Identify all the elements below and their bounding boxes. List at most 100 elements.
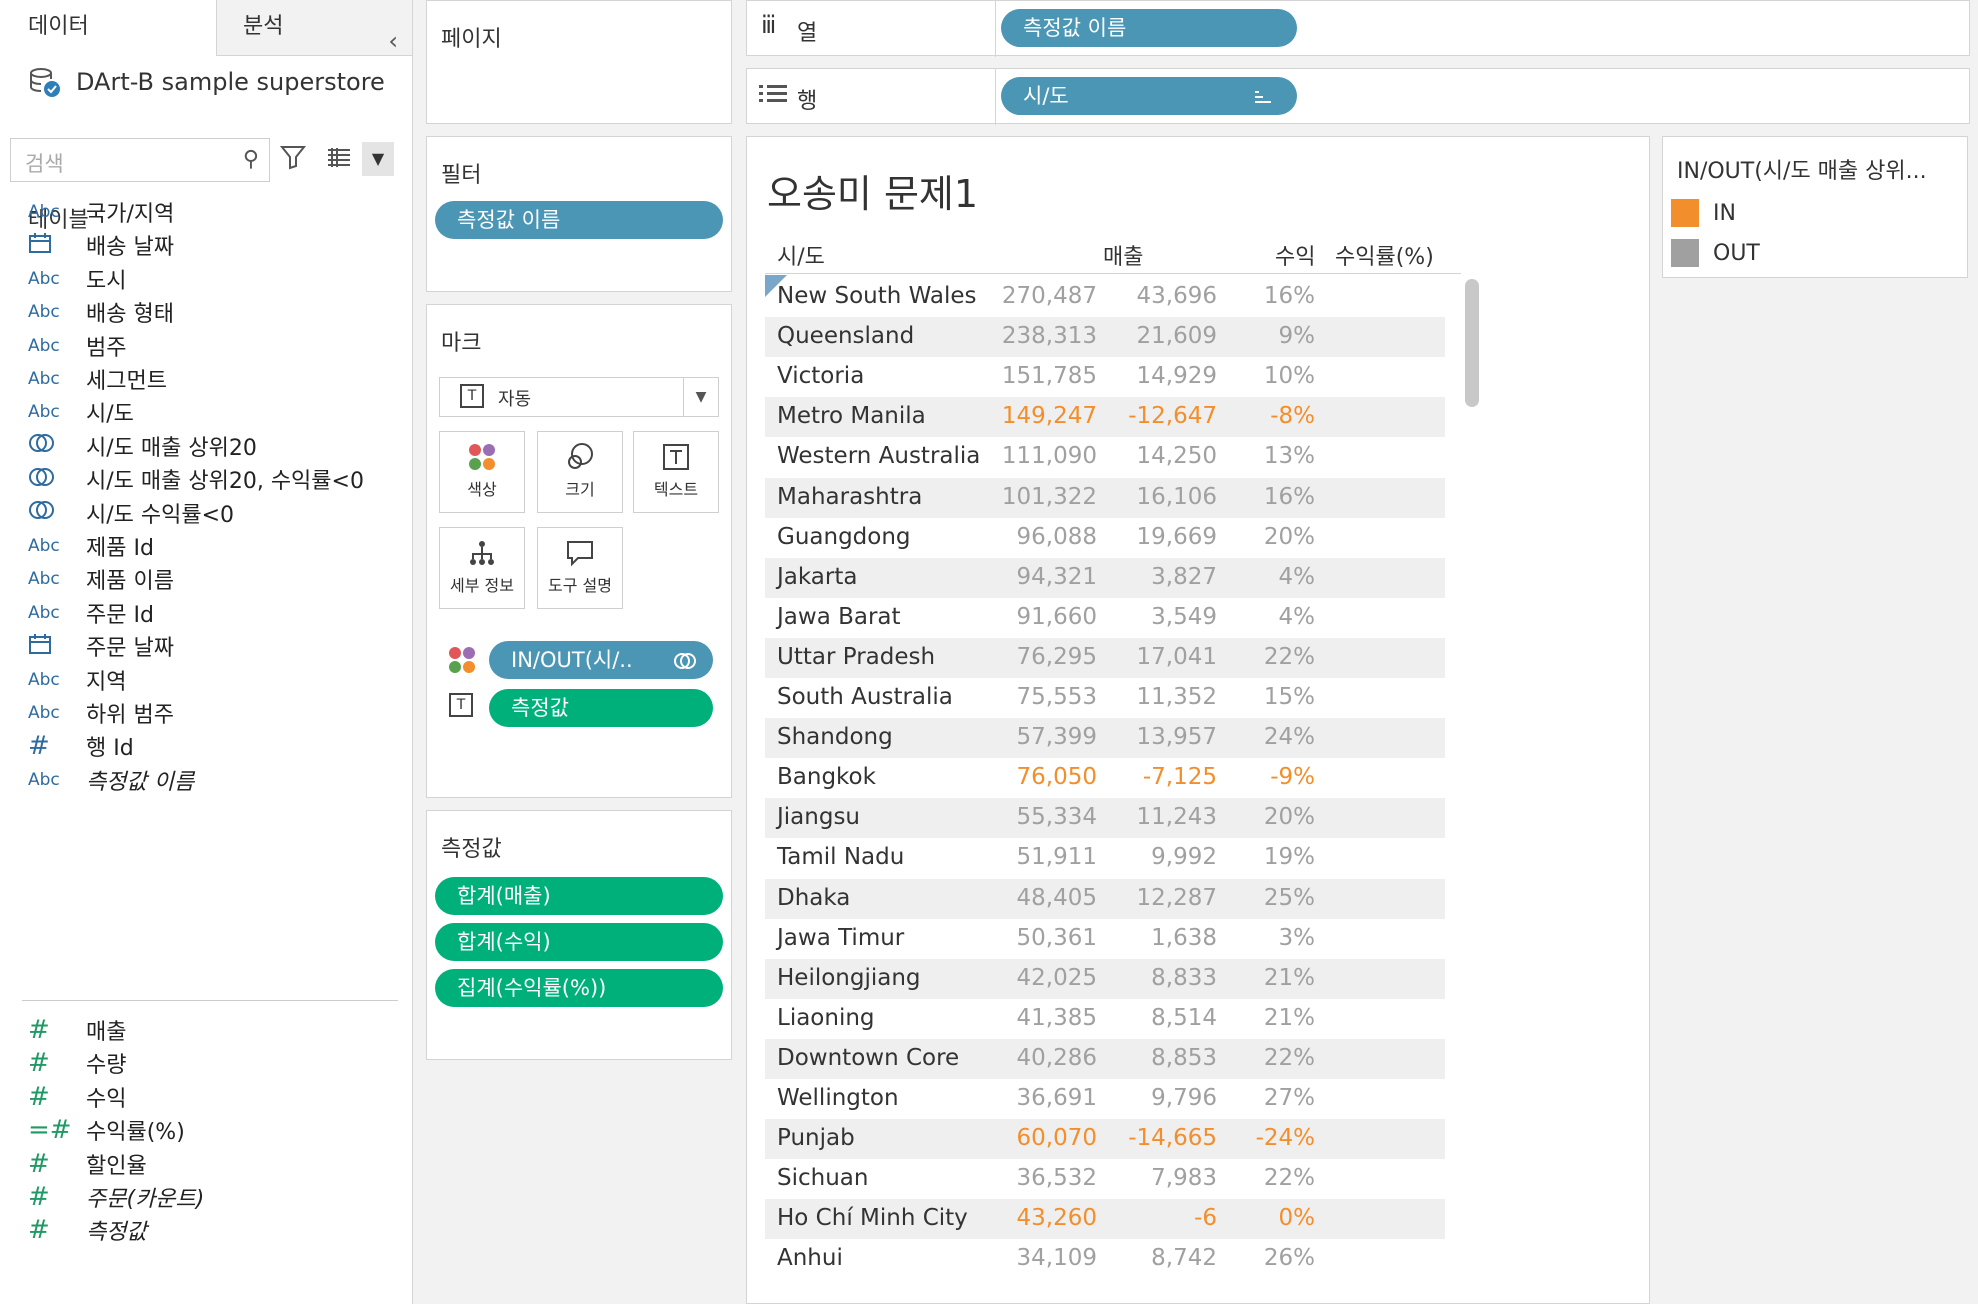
cell-state: Queensland <box>777 323 915 350</box>
measure-pill-sum-sales[interactable]: 합계(매출) <box>435 877 723 915</box>
tooltip-button[interactable]: 도구 설명 <box>537 527 623 609</box>
table-row[interactable]: Jawa Barat 91,660 3,549 4% <box>765 598 1445 638</box>
table-row[interactable]: Dhaka 48,405 12,287 25% <box>765 878 1445 919</box>
cell-ratio: 13% <box>1263 443 1315 470</box>
dimension-field[interactable]: Abc 측정값 이름 <box>28 760 398 800</box>
cell-ratio: 21% <box>1263 1004 1315 1031</box>
pages-shelf[interactable]: 페이지 <box>426 0 732 124</box>
tab-data[interactable]: 데이터 <box>0 0 216 56</box>
cell-profit: 14,929 <box>1136 363 1217 390</box>
string-type-icon: Abc <box>28 769 60 790</box>
table-row[interactable]: Jiangsu 55,334 11,243 20% <box>765 798 1445 839</box>
rows-pill-label: 시/도 <box>1023 84 1069 108</box>
measure-pill-agg-ratio[interactable]: 집계(수익률(%)) <box>435 969 723 1007</box>
table-row[interactable]: Ho Chí Minh City 43,260 -6 0% <box>765 1199 1445 1240</box>
text-button[interactable]: 텍스트 <box>633 431 719 513</box>
table-row[interactable]: Victoria 151,785 14,929 10% <box>765 357 1445 397</box>
table-row[interactable]: Bangkok 76,050 -7,125 -9% <box>765 758 1445 798</box>
legend-title: IN/OUT(시/도 매출 상위... <box>1677 159 1927 184</box>
collapse-chevron-icon[interactable]: ‹ <box>388 14 398 68</box>
table-row[interactable]: Uttar Pradesh 76,295 17,041 22% <box>765 637 1445 678</box>
sort-descending-icon[interactable] <box>1253 77 1275 115</box>
table-row[interactable]: Shandong 57,399 13,957 24% <box>765 718 1445 759</box>
cell-profit: 1,638 <box>1151 924 1217 951</box>
field-name: 주문 날짜 <box>86 636 174 662</box>
table-row[interactable]: Tamil Nadu 51,911 9,992 19% <box>765 838 1445 878</box>
measure-pill-sum-profit[interactable]: 합계(수익) <box>435 923 723 961</box>
color-legend: IN/OUT(시/도 매출 상위... IN OUT <box>1662 136 1968 278</box>
filters-shelf[interactable]: 필터 측정값 이름 <box>426 136 732 292</box>
set-icon <box>28 499 86 526</box>
sort-dropdown-button[interactable]: ▼ <box>362 142 394 176</box>
rows-icon <box>759 81 787 111</box>
field-search-input[interactable]: 검색 ⚲ <box>10 138 270 182</box>
table-row[interactable]: New South Wales 270,487 43,696 16% <box>765 277 1445 317</box>
size-button[interactable]: 크기 <box>537 431 623 513</box>
legend-item-out[interactable]: OUT <box>1671 239 1760 267</box>
table-row[interactable]: Queensland 238,313 21,609 9% <box>765 317 1445 358</box>
columns-shelf[interactable]: ⅲ 열 측정값 이름 <box>746 0 1970 57</box>
table-row[interactable]: Heilongjiang 42,025 8,833 21% <box>765 958 1445 999</box>
filter-pill-measure-names[interactable]: 측정값 이름 <box>435 201 723 239</box>
measure-values-title: 측정값 <box>441 837 502 862</box>
table-row[interactable]: Jawa Timur 50,361 1,638 3% <box>765 919 1445 959</box>
table-row[interactable]: Liaoning 41,385 8,514 21% <box>765 999 1445 1039</box>
text-pill-measure-values[interactable]: 측정값 <box>489 689 713 727</box>
table-row[interactable]: Punjab 60,070 -14,665 -24% <box>765 1119 1445 1160</box>
table-row[interactable]: Guangdong 96,088 19,669 20% <box>765 518 1445 558</box>
field-name: 주문(카운트) <box>86 1187 205 1212</box>
tooltip-icon <box>538 538 622 572</box>
table-row[interactable]: Jakarta 94,321 3,827 4% <box>765 557 1445 598</box>
tab-analysis[interactable]: 분석 ‹ <box>216 0 412 56</box>
cell-ratio: -24% <box>1255 1125 1315 1152</box>
string-type-icon: Abc <box>28 369 60 389</box>
number-type-icon: # <box>28 1015 50 1045</box>
cell-ratio: 4% <box>1278 603 1316 630</box>
cell-profit: -6 <box>1194 1205 1217 1232</box>
columns-icon: ⅲ <box>761 11 777 39</box>
measure-field[interactable]: # 측정값 <box>28 1210 398 1250</box>
view-scrollbar[interactable] <box>1465 279 1479 407</box>
detail-button[interactable]: 세부 정보 <box>439 527 525 609</box>
string-type-icon: Abc <box>28 302 60 323</box>
field-name: 지역 <box>86 669 127 695</box>
header-sales: 매출 <box>1103 245 1144 270</box>
rows-pill-state[interactable]: 시/도 <box>1001 77 1297 115</box>
field-name: 배송 날짜 <box>86 235 174 261</box>
mark-type-dropdown[interactable]: T 자동 ▼ <box>439 377 719 417</box>
legend-item-in[interactable]: IN <box>1671 199 1736 227</box>
cell-sales: 50,361 <box>1016 924 1097 951</box>
cell-ratio: 15% <box>1263 684 1315 710</box>
table-row[interactable]: Anhui 34,109 8,742 26% <box>765 1239 1445 1279</box>
cell-sales: 101,322 <box>1001 483 1097 510</box>
view-list-icon[interactable] <box>326 144 352 176</box>
columns-pill-measure-names[interactable]: 측정값 이름 <box>1001 9 1297 47</box>
cell-sales: 34,109 <box>1016 1245 1097 1272</box>
datasource[interactable]: DArt-B sample superstore <box>28 66 385 98</box>
cell-profit: -14,665 <box>1128 1125 1217 1152</box>
filter-icon[interactable] <box>279 144 307 176</box>
cell-sales: 51,911 <box>1016 844 1097 871</box>
color-button[interactable]: 색상 <box>439 431 525 513</box>
table-row[interactable]: Maharashtra 101,322 16,106 16% <box>765 477 1445 518</box>
string-type-icon: Abc <box>28 402 60 423</box>
header-profit: 수익 <box>1275 245 1316 270</box>
cell-sales: 57,399 <box>1016 724 1097 751</box>
table-row[interactable]: Wellington 36,691 9,796 27% <box>765 1079 1445 1119</box>
cell-sales: 60,070 <box>1016 1125 1097 1152</box>
rows-shelf[interactable]: 행 시/도 <box>746 68 1970 125</box>
string-type-icon: Abc <box>28 335 60 356</box>
table-row[interactable]: Sichuan 36,532 7,983 22% <box>765 1159 1445 1199</box>
table-row[interactable]: South Australia 75,553 11,352 15% <box>765 678 1445 718</box>
cell-profit: 3,549 <box>1151 603 1217 630</box>
table-row[interactable]: Metro Manila 149,247 -12,647 -8% <box>765 397 1445 438</box>
field-name: 수익률(%) <box>86 1120 185 1146</box>
table-row[interactable]: Western Australia 111,090 14,250 13% <box>765 437 1445 477</box>
cell-sales: 96,088 <box>1016 523 1097 550</box>
detail-label: 세부 정보 <box>450 576 514 595</box>
cell-profit: 7,983 <box>1151 1165 1217 1192</box>
table-row[interactable]: Downtown Core 40,286 8,853 22% <box>765 1038 1445 1079</box>
cell-state: Jawa Timur <box>777 924 905 951</box>
cell-sales: 40,286 <box>1016 1044 1097 1071</box>
color-pill-in-out[interactable]: IN/OUT(시/.. <box>489 641 713 679</box>
